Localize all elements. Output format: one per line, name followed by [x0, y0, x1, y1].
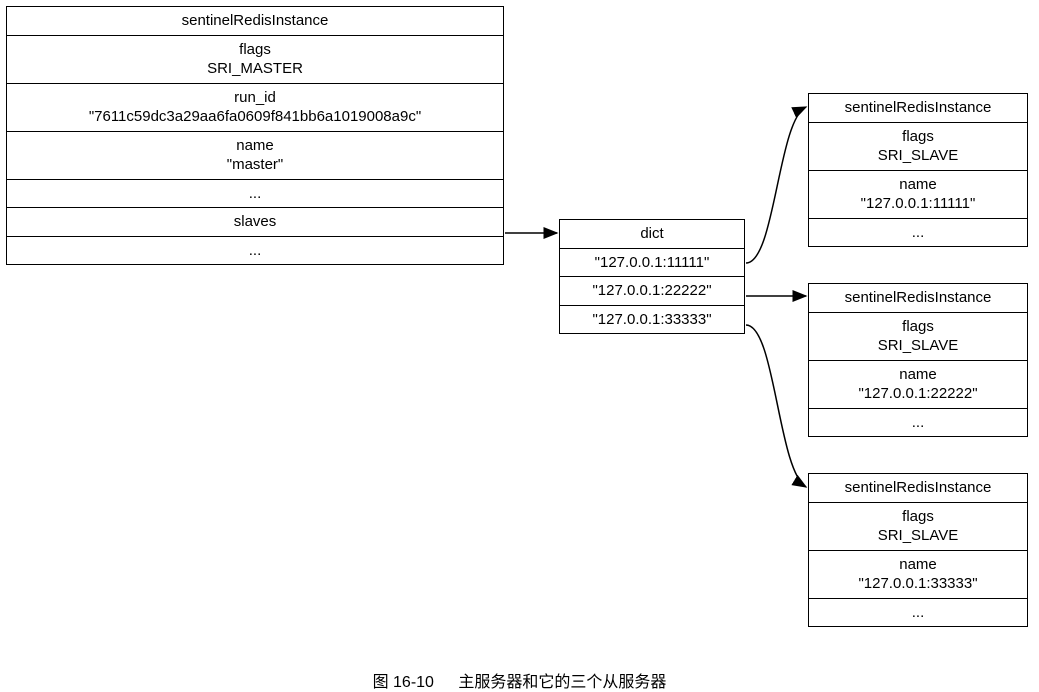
slave0-name-label: name	[817, 175, 1019, 195]
dict-title: dict	[560, 220, 744, 249]
slave1-name: name "127.0.0.1:22222"	[809, 361, 1027, 409]
slave0-node: sentinelRedisInstance flags SRI_SLAVE na…	[808, 93, 1028, 247]
slave2-name-value: "127.0.0.1:33333"	[817, 574, 1019, 594]
slave2-flags-label: flags	[817, 507, 1019, 527]
master-flags-value: SRI_MASTER	[15, 59, 495, 79]
slave1-node: sentinelRedisInstance flags SRI_SLAVE na…	[808, 283, 1028, 437]
figure-caption: 图 16-10 主服务器和它的三个从服务器	[0, 668, 1039, 692]
master-title: sentinelRedisInstance	[7, 7, 503, 36]
slave1-flags-label: flags	[817, 317, 1019, 337]
slave1-name-label: name	[817, 365, 1019, 385]
master-name-value: "master"	[15, 155, 495, 175]
slave0-flags: flags SRI_SLAVE	[809, 123, 1027, 171]
diagram-container: sentinelRedisInstance flags SRI_MASTER r…	[0, 0, 1039, 692]
master-runid-value: "7611c59dc3a29aa6fa0609f841bb6a1019008a9…	[15, 107, 495, 127]
arrow-dict-to-slave0	[746, 107, 806, 263]
slave0-ellipsis: ...	[809, 219, 1027, 247]
dict-k0: "127.0.0.1:11111"	[560, 249, 744, 278]
master-ellipsis1: ...	[7, 180, 503, 209]
slave0-title: sentinelRedisInstance	[809, 94, 1027, 123]
dict-k2: "127.0.0.1:33333"	[560, 306, 744, 334]
slave2-name-label: name	[817, 555, 1019, 575]
slave0-flags-label: flags	[817, 127, 1019, 147]
slave0-name: name "127.0.0.1:11111"	[809, 171, 1027, 219]
master-runid-label: run_id	[15, 88, 495, 108]
slave0-name-value: "127.0.0.1:11111"	[817, 194, 1019, 214]
slave2-title: sentinelRedisInstance	[809, 474, 1027, 503]
master-name: name "master"	[7, 132, 503, 180]
slave1-flags: flags SRI_SLAVE	[809, 313, 1027, 361]
slave2-flags-value: SRI_SLAVE	[817, 526, 1019, 546]
slave1-ellipsis: ...	[809, 409, 1027, 437]
master-slaves: slaves	[7, 208, 503, 237]
arrow-dict-to-slave2	[746, 325, 806, 487]
figure-number: 图 16-10	[373, 674, 434, 691]
dict-node: dict "127.0.0.1:11111" "127.0.0.1:22222"…	[559, 219, 745, 334]
master-node: sentinelRedisInstance flags SRI_MASTER r…	[6, 6, 504, 265]
master-name-label: name	[15, 136, 495, 156]
slave2-node: sentinelRedisInstance flags SRI_SLAVE na…	[808, 473, 1028, 627]
slave1-name-value: "127.0.0.1:22222"	[817, 384, 1019, 404]
slave2-flags: flags SRI_SLAVE	[809, 503, 1027, 551]
master-ellipsis2: ...	[7, 237, 503, 265]
slave1-title: sentinelRedisInstance	[809, 284, 1027, 313]
master-flags-label: flags	[15, 40, 495, 60]
master-flags: flags SRI_MASTER	[7, 36, 503, 84]
slave2-ellipsis: ...	[809, 599, 1027, 627]
slave2-name: name "127.0.0.1:33333"	[809, 551, 1027, 599]
master-runid: run_id "7611c59dc3a29aa6fa0609f841bb6a10…	[7, 84, 503, 132]
slave1-flags-value: SRI_SLAVE	[817, 336, 1019, 356]
slave0-flags-value: SRI_SLAVE	[817, 146, 1019, 166]
dict-k1: "127.0.0.1:22222"	[560, 277, 744, 306]
figure-caption-text: 主服务器和它的三个从服务器	[458, 674, 666, 691]
